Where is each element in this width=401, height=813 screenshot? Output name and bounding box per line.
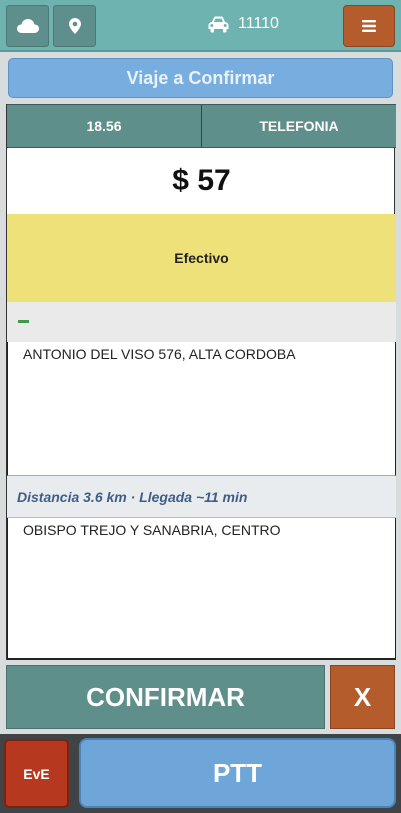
eve-button[interactable]: EvE [4, 739, 69, 808]
origin-marker [18, 320, 29, 323]
origin-address: ANTONIO DEL VISO 576, ALTA CORDOBA [23, 346, 296, 362]
distance-info: Distancia 3.6 km · Llegada ~11 min [7, 476, 396, 518]
cloud-button[interactable] [6, 5, 49, 47]
origin-address-box: ANTONIO DEL VISO 576, ALTA CORDOBA [7, 342, 396, 476]
menu-button[interactable] [343, 5, 395, 47]
trip-info-row: 18.56 TELEFONIA [7, 104, 396, 148]
top-bar: 11110 [0, 0, 401, 52]
vehicle-number: 11110 [238, 15, 279, 32]
vehicle-indicator: 11110 [208, 15, 279, 33]
destination-address: OBISPO TREJO Y SANABRIA, CENTRO [23, 522, 281, 538]
trip-source: TELEFONIA [201, 105, 396, 147]
hamburger-menu-icon [362, 20, 376, 32]
footer-bar: EvE PTT [0, 734, 401, 813]
trip-card: 18.56 TELEFONIA $ 57 Efectivo ANTONIO DE… [6, 104, 396, 660]
cloud-icon [16, 19, 39, 33]
origin-header [7, 302, 396, 342]
location-button[interactable] [53, 5, 96, 47]
trip-status-banner: Viaje a Confirmar [8, 58, 393, 98]
destination-address-box: OBISPO TREJO Y SANABRIA, CENTRO [7, 518, 396, 660]
car-icon [208, 16, 229, 32]
ptt-button[interactable]: PTT [79, 738, 396, 808]
trip-price: $ 57 [172, 164, 231, 197]
payment-method: Efectivo [7, 214, 396, 302]
trip-time: 18.56 [86, 118, 122, 134]
map-pin-icon [68, 18, 81, 34]
cancel-button[interactable]: X [330, 665, 395, 729]
confirm-button[interactable]: CONFIRMAR [6, 665, 325, 729]
